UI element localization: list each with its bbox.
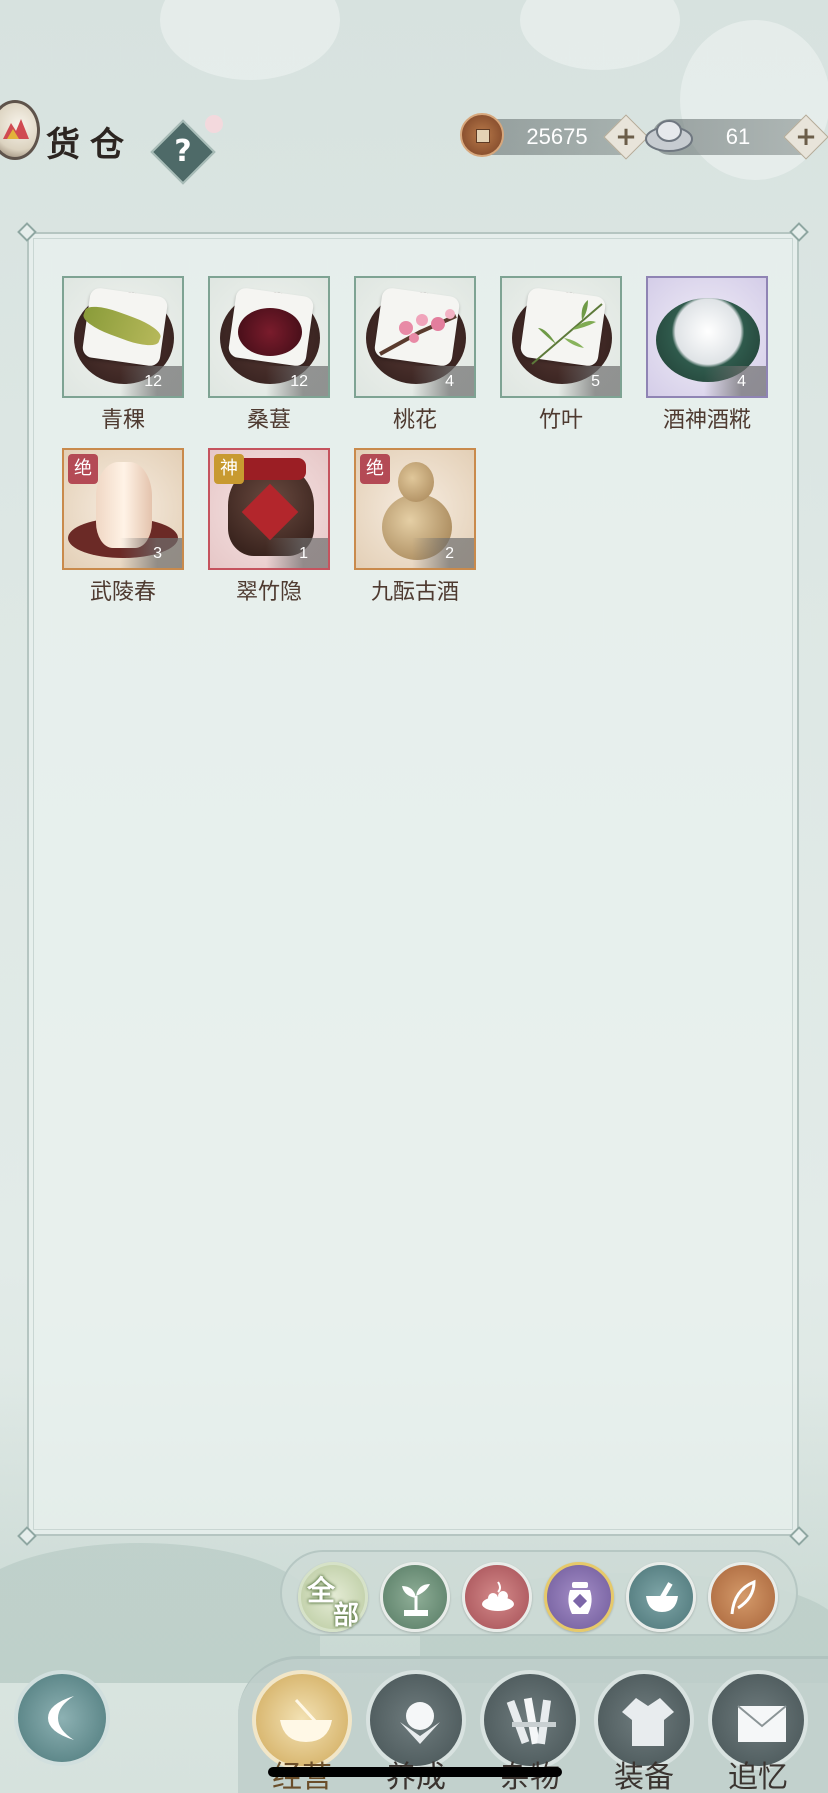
nav-label: 装备 [614,1760,674,1793]
silver-ingot-value: 61 [725,124,751,149]
item-count: 4 [412,366,474,396]
item-count: 3 [120,538,182,568]
nav-label: 追忆 [728,1760,788,1793]
add-copper-button[interactable]: + [603,114,649,160]
copper-coin-counter: 25675 + [460,113,649,160]
food-plate-icon [482,1581,514,1611]
item-name: 九酝古酒 [370,580,459,605]
blossom-decoration [205,115,223,133]
back-button[interactable] [14,1670,110,1766]
item-icon-frame: 12 [208,276,330,398]
filter-medicine-button[interactable] [626,1562,696,1632]
bundle-icon [506,1697,556,1745]
mulberry-icon [238,308,302,356]
item-sangshen[interactable]: 12 桑葚 [208,276,330,434]
item-icon-frame: 4 [354,276,476,398]
home-indicator [268,1767,562,1777]
cloud-decoration [520,0,680,70]
filter-all-label-2: 部 [333,1601,360,1631]
filter-all-button[interactable]: 全 部 [298,1562,368,1632]
wine-jar-icon [568,1582,592,1614]
item-qingke[interactable]: 12 青稞 [62,276,184,434]
sprout-icon [402,1584,430,1616]
add-silver-button[interactable]: + [783,114,828,160]
filter-food-button[interactable] [462,1562,532,1632]
panel-corner-ornament [17,222,37,242]
gourd-icon [398,462,434,502]
back-arrow-icon [48,1696,74,1740]
item-name: 青稞 [100,408,145,433]
bowl-icon [280,1698,332,1742]
warehouse-logo [0,100,40,160]
grade-badge: 绝 [68,454,98,484]
peach-blossom-icon [379,309,457,356]
silver-ingot-counter: 61 + [645,114,828,160]
wine-bottle-icon [96,462,152,548]
item-icon-frame: 神 1 [208,448,330,570]
mortar-icon [646,1582,678,1612]
pearl-icon [400,1702,440,1744]
inventory-panel: 12 青稞 12 桑葚 4 桃花 5 竹叶 4 酒神酒糀 绝 3 武陵春 神 1… [17,222,809,1546]
item-name: 桃花 [392,408,437,433]
item-name: 酒神酒糀 [662,408,751,433]
item-count: 4 [704,366,766,396]
bamboo-leaf-icon [531,300,603,365]
item-count: 2 [412,538,474,568]
nav-zawu[interactable]: 杂物 [480,1670,580,1793]
filter-sprout-button[interactable] [380,1562,450,1632]
grade-badge: 绝 [360,454,390,484]
nav-yangcheng[interactable]: 养成 [366,1670,466,1793]
filter-misc-button[interactable] [708,1562,778,1632]
panel-corner-ornament [789,222,809,242]
item-jiuyun-gujiu[interactable]: 绝 2 九酝古酒 [354,448,476,606]
robe-icon [622,1698,674,1746]
cloud-decoration [160,0,340,80]
item-icon-frame: 5 [500,276,622,398]
item-icon-frame: 12 [62,276,184,398]
nav-zhuiyi[interactable]: 追忆 [708,1670,808,1793]
grade-badge: 神 [214,454,244,484]
item-name: 翠竹隐 [235,580,302,605]
item-cuizhuyin[interactable]: 神 1 翠竹隐 [208,448,330,606]
item-icon-frame: 绝 3 [62,448,184,570]
filter-all-label-1: 全 [307,1574,336,1607]
top-bar: 货仓 ? 25675 + 61 + [0,95,828,195]
item-count: 12 [266,366,328,396]
item-name: 竹叶 [538,408,583,433]
item-icon-frame: 绝 2 [354,448,476,570]
copper-coin-value: 25675 [526,124,588,149]
jar-cap-art [236,458,306,480]
item-icon-frame: 4 [646,276,768,398]
item-count: 1 [266,538,328,568]
item-count: 12 [120,366,182,396]
category-filter-bar: 全 部 [280,1550,798,1636]
feather-icon [730,1579,756,1615]
page-title: 货仓 [46,125,134,165]
item-count: 5 [558,366,620,396]
letter-icon [737,1705,787,1742]
item-jiushen-jiuqu[interactable]: 4 酒神酒糀 [646,276,768,434]
nav-zhuangbei[interactable]: 装备 [594,1670,694,1793]
item-zhuye[interactable]: 5 竹叶 [500,276,622,434]
item-taohua[interactable]: 4 桃花 [354,276,476,434]
item-name: 桑葚 [246,408,291,433]
nav-jingying[interactable]: 经营 [252,1670,352,1793]
filter-wine-button[interactable] [544,1562,614,1632]
help-label: ? [174,134,192,169]
mountain-icon [3,119,29,139]
copper-coin-icon [460,113,504,157]
silver-ingot-icon [645,120,693,152]
item-name: 武陵春 [89,580,156,605]
item-wulingchun[interactable]: 绝 3 武陵春 [62,448,184,606]
